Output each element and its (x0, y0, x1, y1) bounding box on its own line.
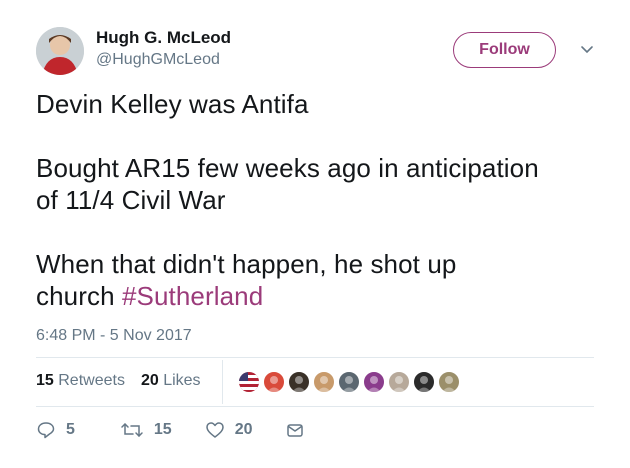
liker-avatar[interactable] (337, 370, 361, 394)
retweets-count: 15 (36, 372, 54, 389)
liker-avatar[interactable] (387, 370, 411, 394)
tweet-text: Devin Kelley was Antifa Bought AR15 few … (36, 88, 606, 312)
tweet-actions: 5 15 20 (36, 420, 305, 440)
tweet-line: of 11/4 Civil War (36, 185, 226, 215)
liker-flag-avatar[interactable] (237, 370, 261, 394)
direct-message-button[interactable] (285, 420, 305, 440)
tweet-text-prefix: church (36, 281, 122, 311)
tweet-line: Bought AR15 few weeks ago in anticipatio… (36, 153, 539, 183)
divider (36, 357, 594, 358)
liker-avatars (237, 370, 462, 394)
like-button[interactable]: 20 (205, 420, 253, 440)
follow-button[interactable]: Follow (453, 32, 556, 68)
tweet-line: When that didn't happen, he shot up (36, 249, 457, 279)
liker-avatar[interactable] (362, 370, 386, 394)
author-handle[interactable]: @HughGMcLeod (96, 51, 220, 69)
retweets-stat[interactable]: 15 Retweets (36, 372, 125, 390)
likes-count: 20 (140, 372, 159, 389)
reply-icon (36, 420, 56, 440)
liker-avatar[interactable] (437, 370, 461, 394)
envelope-icon (285, 420, 305, 440)
divider (222, 360, 223, 404)
likes-stat[interactable]: 20 Likes (141, 372, 201, 390)
liker-avatar[interactable] (287, 370, 311, 394)
author-name[interactable]: Hugh G. McLeod (96, 28, 231, 48)
chevron-down-icon[interactable] (577, 40, 597, 60)
divider (36, 406, 594, 407)
like-count: 20 (234, 421, 253, 438)
likes-label: Likes (163, 372, 201, 389)
engagement-stats: 15 Retweets 20 Likes (36, 372, 201, 390)
tweet-timestamp[interactable]: 6:48 PM - 5 Nov 2017 (36, 327, 192, 345)
liker-avatar[interactable] (412, 370, 436, 394)
reply-count: 5 (66, 421, 75, 438)
tweet-line: church #Sutherland (36, 280, 606, 312)
heart-icon (205, 420, 225, 440)
author-avatar[interactable] (36, 27, 84, 75)
reply-button[interactable]: 5 (36, 420, 75, 440)
retweet-count: 15 (153, 421, 172, 438)
retweet-icon (120, 420, 144, 440)
hashtag-link[interactable]: #Sutherland (122, 281, 263, 311)
liker-avatar[interactable] (312, 370, 336, 394)
retweet-button[interactable]: 15 (120, 420, 172, 440)
retweets-label: Retweets (58, 372, 125, 389)
liker-avatar[interactable] (262, 370, 286, 394)
tweet-line: Devin Kelley was Antifa (36, 89, 309, 119)
